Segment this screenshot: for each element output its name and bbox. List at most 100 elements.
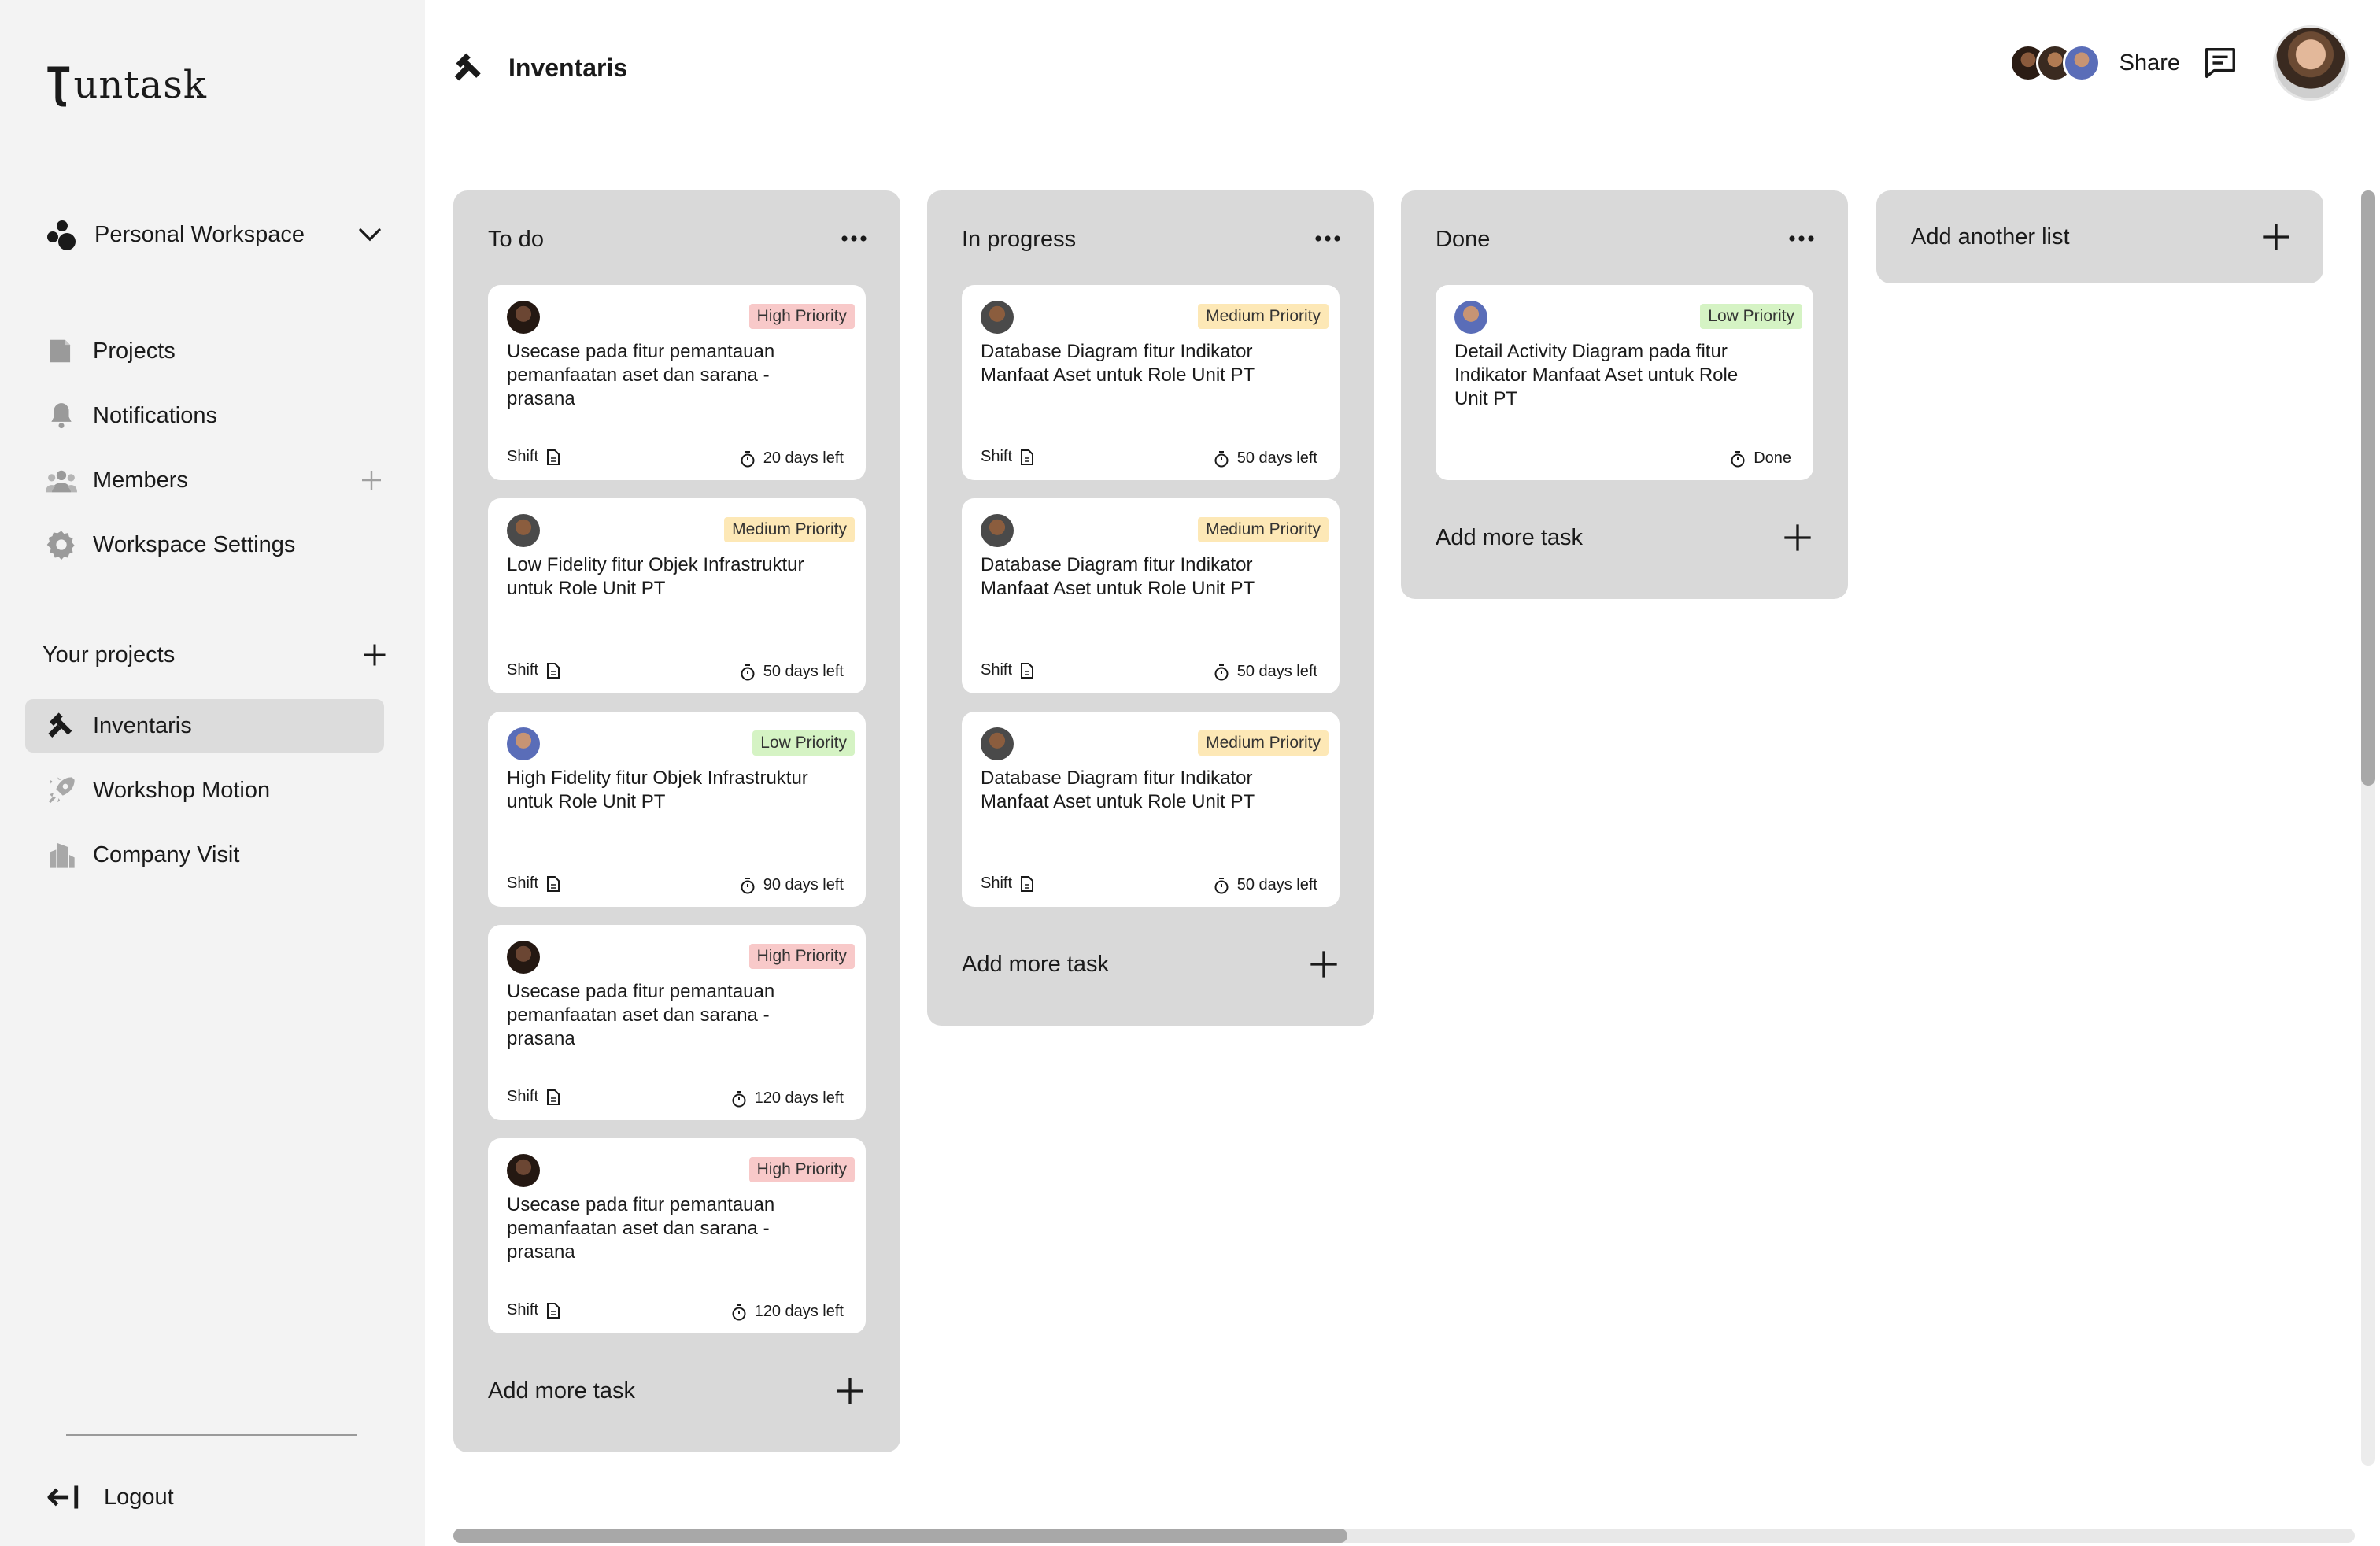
priority-badge: Low Priority <box>1700 304 1802 329</box>
bell-icon <box>46 400 77 431</box>
task-title: High Fidelity fitur Objek Infrastruktur … <box>507 767 808 812</box>
sidebar-project-company-visit[interactable]: Company Visit <box>46 838 384 872</box>
task-card[interactable]: Low Priority High Fidelity fitur Objek In… <box>488 712 866 907</box>
sidebar-item-label: Company Visit <box>93 841 240 867</box>
file-icon <box>1021 875 1034 892</box>
projects-icon <box>46 335 77 367</box>
header-actions: Share <box>2009 25 2349 101</box>
building-icon <box>46 839 77 871</box>
file-icon <box>547 1302 560 1319</box>
logo-text: untask <box>73 63 207 107</box>
assignee-label: Shift <box>981 875 1013 892</box>
task-assignee: Shift <box>507 1301 560 1319</box>
collaborators-avatars[interactable] <box>2009 44 2101 82</box>
gear-icon <box>46 529 77 560</box>
add-task-button[interactable]: Add more task <box>1436 520 1813 555</box>
task-card[interactable]: Low Priority Detail Activity Diagram pada… <box>1436 285 1813 480</box>
timer-icon <box>741 877 755 893</box>
sidebar-project-inventaris[interactable]: Inventaris <box>46 708 384 743</box>
task-card[interactable]: Medium Priority Database Diagram fitur In… <box>962 498 1340 693</box>
column-title: Done <box>1436 227 1491 252</box>
task-title: Database Diagram fitur Indikator Manfaat… <box>981 767 1255 812</box>
add-task-button[interactable]: Add more task <box>962 947 1340 982</box>
sidebar-item-workspace-settings[interactable]: Workspace Settings <box>46 527 384 562</box>
timer-icon <box>1214 877 1229 893</box>
avatar <box>507 727 540 760</box>
task-due: 90 days left <box>740 876 844 894</box>
scrollbar-thumb[interactable] <box>453 1529 1347 1543</box>
task-due: 20 days left <box>740 449 844 468</box>
sidebar-item-members[interactable]: Members <box>46 463 384 497</box>
task-card[interactable]: High Priority Usecase pada fitur pemantau… <box>488 1138 866 1333</box>
logout-button[interactable]: Logout <box>46 1481 174 1513</box>
task-due: 120 days left <box>731 1303 844 1321</box>
horizontal-scrollbar[interactable] <box>453 1529 2355 1543</box>
timer-icon <box>732 1304 746 1320</box>
sidebar-project-workshop-motion[interactable]: Workshop Motion <box>46 773 384 808</box>
task-assignee: Shift <box>507 661 560 679</box>
priority-badge: Medium Priority <box>724 517 855 542</box>
chat-icon[interactable] <box>2202 45 2238 81</box>
add-task-button[interactable]: Add more task <box>488 1374 866 1408</box>
column-title: In progress <box>962 227 1077 252</box>
scrollbar-thumb[interactable] <box>2361 190 2375 786</box>
add-member-button[interactable] <box>359 468 384 493</box>
more-options-icon[interactable] <box>1788 235 1815 242</box>
task-card[interactable]: Medium Priority Database Diagram fitur In… <box>962 712 1340 907</box>
timer-icon <box>732 1090 746 1107</box>
file-icon <box>547 662 560 679</box>
workspace-switcher[interactable]: Personal Workspace <box>46 219 384 250</box>
task-card[interactable]: Medium Priority Low Fidelity fitur Objek … <box>488 498 866 693</box>
file-icon <box>547 875 560 892</box>
page-title-text: Inventaris <box>508 53 628 82</box>
plus-icon <box>2263 224 2289 250</box>
more-options-icon[interactable] <box>1314 235 1341 242</box>
due-label: 50 days left <box>1236 876 1318 893</box>
task-due: 50 days left <box>1214 663 1318 681</box>
add-project-button[interactable] <box>360 641 389 669</box>
avatar <box>507 514 540 547</box>
sidebar-item-notifications[interactable]: Notifications <box>46 398 384 433</box>
avatar <box>981 514 1014 547</box>
task-assignee: Shift <box>981 661 1034 679</box>
task-card[interactable]: High Priority Usecase pada fitur pemantau… <box>488 285 866 480</box>
task-due: 50 days left <box>1214 449 1318 468</box>
timer-icon <box>741 450 755 467</box>
due-label: 50 days left <box>763 663 844 680</box>
due-label: 50 days left <box>1236 663 1318 680</box>
app-logo[interactable]: Ʈuntask <box>46 58 207 108</box>
page-title: Inventaris <box>452 50 627 85</box>
file-icon <box>547 449 560 465</box>
your-projects-heading: Your projects <box>42 639 389 671</box>
file-icon <box>547 1089 560 1105</box>
due-label: 90 days left <box>763 876 844 893</box>
task-assignee: Shift <box>507 1088 560 1106</box>
due-label: 20 days left <box>763 449 844 467</box>
assignee-label: Shift <box>507 448 539 465</box>
avatar <box>507 941 540 974</box>
add-task-label: Add more task <box>488 1378 635 1404</box>
add-list-button[interactable]: Add another list <box>1876 190 2323 283</box>
task-assignee: Shift <box>981 448 1034 466</box>
task-due: Done <box>1730 449 1791 468</box>
more-options-icon[interactable] <box>841 235 867 242</box>
priority-badge: Medium Priority <box>1198 517 1329 542</box>
task-card[interactable]: Medium Priority Database Diagram fitur In… <box>962 285 1340 480</box>
vertical-scrollbar[interactable] <box>2361 190 2375 1466</box>
share-button[interactable]: Share <box>2119 50 2180 76</box>
file-icon <box>1021 662 1034 679</box>
assignee-label: Shift <box>981 661 1013 679</box>
sidebar-item-label: Members <box>93 467 188 493</box>
rocket-icon <box>46 775 77 806</box>
user-avatar[interactable] <box>2273 25 2349 101</box>
priority-badge: High Priority <box>748 1157 855 1182</box>
assignee-label: Shift <box>507 1301 539 1319</box>
add-task-label: Add more task <box>1436 524 1583 550</box>
hammer-icon <box>454 53 481 81</box>
avatar <box>507 1154 540 1187</box>
plus-icon <box>837 1378 863 1404</box>
priority-badge: Medium Priority <box>1198 730 1329 756</box>
task-card[interactable]: High Priority Usecase pada fitur pemantau… <box>488 925 866 1120</box>
sidebar-item-projects[interactable]: Projects <box>46 334 384 368</box>
sidebar-item-label: Workshop Motion <box>93 777 271 803</box>
